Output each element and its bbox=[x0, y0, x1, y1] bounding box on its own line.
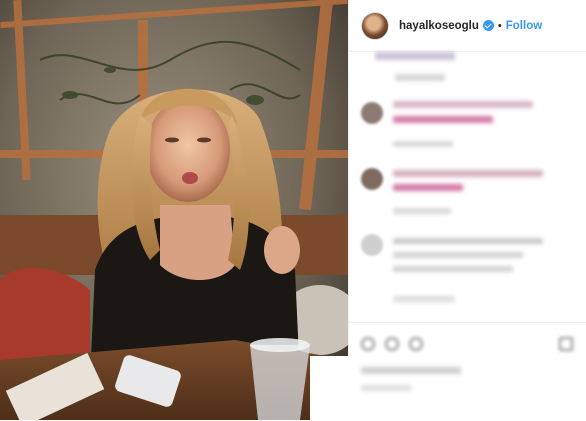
post-side-panel: hayalkoseoglu • Follow bbox=[348, 0, 586, 420]
comment-blur bbox=[393, 184, 463, 191]
heart-icon[interactable] bbox=[361, 337, 375, 351]
username-link[interactable]: hayalkoseoglu bbox=[399, 20, 479, 32]
post-photo[interactable] bbox=[0, 0, 348, 420]
comment-blur bbox=[393, 101, 533, 108]
avatar[interactable] bbox=[361, 11, 389, 40]
comment-blur bbox=[393, 170, 543, 177]
overlay-patch bbox=[310, 356, 350, 420]
comment-meta-blur bbox=[393, 296, 455, 302]
avatar[interactable] bbox=[361, 168, 383, 190]
bookmark-icon[interactable] bbox=[559, 337, 573, 351]
post-header: hayalkoseoglu • Follow bbox=[349, 0, 586, 52]
separator-dot: • bbox=[497, 19, 502, 32]
comment-blur bbox=[393, 238, 543, 244]
instagram-post-view: hayalkoseoglu • Follow bbox=[0, 0, 586, 420]
avatar[interactable] bbox=[361, 234, 383, 256]
comment-meta-blur bbox=[393, 141, 453, 147]
likes-count-blur bbox=[361, 367, 461, 374]
comment-meta-blur bbox=[393, 208, 451, 214]
avatar[interactable] bbox=[361, 102, 383, 124]
post-actions-bar bbox=[349, 322, 586, 421]
comment-blur bbox=[375, 52, 455, 60]
share-icon[interactable] bbox=[409, 337, 423, 351]
verified-badge-icon bbox=[482, 20, 494, 31]
timestamp-blur bbox=[361, 385, 411, 391]
photo-image bbox=[0, 0, 348, 420]
comment-blur bbox=[393, 266, 513, 272]
follow-button[interactable]: Follow bbox=[506, 20, 542, 32]
comment-meta-blur bbox=[395, 74, 445, 81]
comment-blur bbox=[393, 116, 493, 123]
comment-blur bbox=[393, 252, 523, 258]
comment-icon[interactable] bbox=[385, 337, 399, 351]
